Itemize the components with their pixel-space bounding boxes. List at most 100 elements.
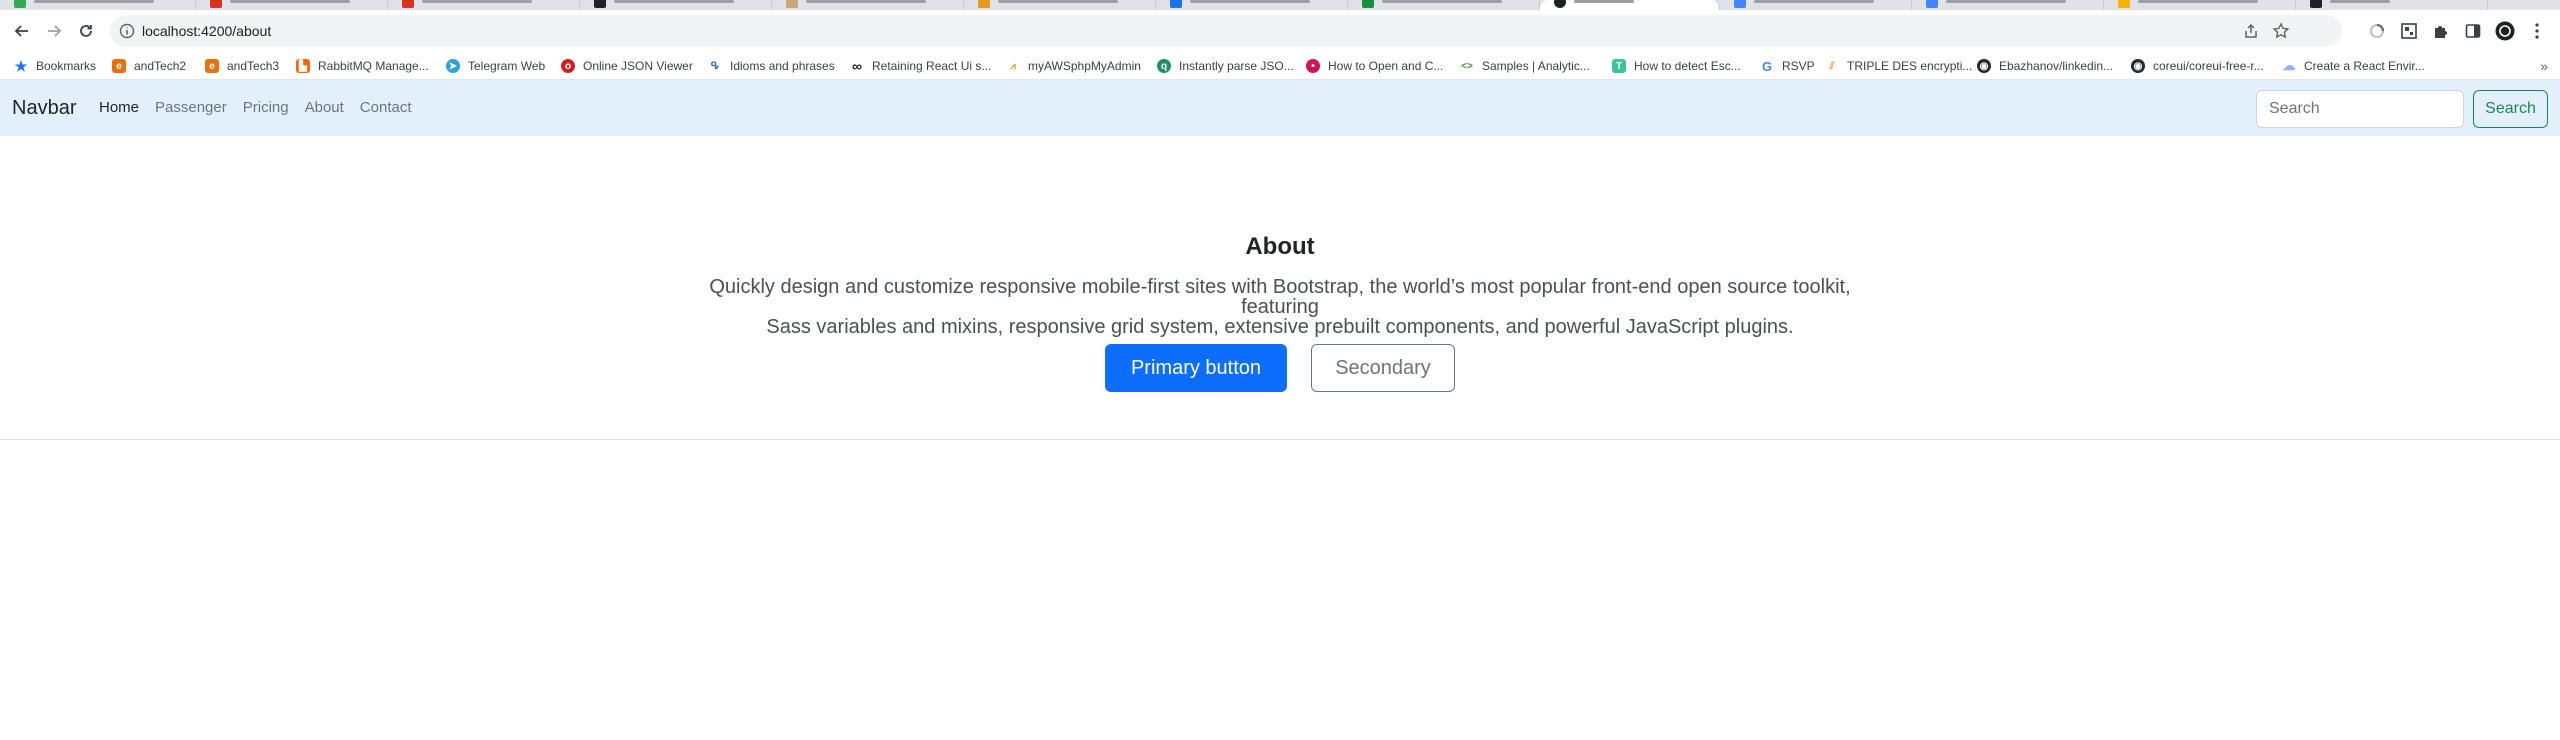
browser-menu-button[interactable]	[2526, 20, 2548, 42]
more-bookmarks-chevron-icon[interactable]: »	[2540, 58, 2548, 74]
tab-favicon-icon	[402, 0, 414, 8]
bookmark-item[interactable]: ➤ Telegram Web	[446, 57, 545, 75]
bookmark-item[interactable]: ⫽ TRIPLE DES encrypti...	[1825, 57, 1973, 75]
extension-button[interactable]	[2398, 20, 2420, 42]
tab-favicon-icon	[14, 0, 26, 8]
bookmark-item[interactable]: ⩘ myAWSphpMyAdmin	[1006, 57, 1141, 75]
bookmark-item[interactable]: ▙ RabbitMQ Manage...	[296, 57, 429, 75]
browser-tab[interactable]	[1348, 0, 1540, 10]
nav-links: Home Passenger Pricing About Contact	[99, 99, 428, 117]
profile-avatar[interactable]	[2494, 20, 2516, 42]
browser-tab[interactable]	[2296, 0, 2488, 10]
search-input[interactable]	[2256, 90, 2464, 128]
bookmark-item[interactable]: o Online JSON Viewer	[561, 57, 693, 75]
nav-link-contact[interactable]: Contact	[360, 99, 412, 117]
secondary-button[interactable]: Secondary	[1311, 344, 1455, 392]
primary-button[interactable]: Primary button	[1105, 344, 1287, 392]
avatar-icon	[2495, 21, 2515, 41]
nav-link-pricing[interactable]: Pricing	[243, 99, 289, 117]
browser-tab[interactable]	[2104, 0, 2296, 10]
site-icon: •	[1306, 59, 1320, 73]
bookmark-item[interactable]: T How to detect Esc...	[1612, 57, 1741, 75]
bookmark-item[interactable]: ∞ Retaining React Ui s...	[850, 57, 991, 75]
extension-grid-icon	[2401, 23, 2417, 39]
reload-button[interactable]	[74, 19, 98, 43]
tab-favicon-icon	[1926, 0, 1938, 8]
bookmarks-bar: ★ Bookmarks e andTech2 e andTech3 ▙ RabbitMQ…	[0, 52, 2560, 80]
extension-spinner-icon	[2370, 24, 2384, 38]
ep-logo-icon: e	[205, 59, 219, 73]
browser-tab-active[interactable]	[1540, 0, 1720, 10]
bookmark-item[interactable]: G RSVP	[1760, 57, 1815, 75]
tab-favicon-icon	[2310, 0, 2322, 8]
tab-favicon-icon	[1734, 0, 1746, 8]
url-text[interactable]: localhost:4200/about	[142, 22, 271, 40]
browser-tab[interactable]	[196, 0, 388, 10]
github-icon: ◉	[2131, 59, 2145, 73]
quicktype-icon: q	[1157, 59, 1171, 73]
nav-link-passenger[interactable]: Passenger	[155, 99, 227, 117]
puzzle-icon	[2435, 26, 2447, 38]
extension-button[interactable]	[2366, 20, 2388, 42]
tab-favicon-icon	[1362, 0, 1374, 8]
json-viewer-icon: o	[561, 59, 575, 73]
browser-tab[interactable]	[1156, 0, 1348, 10]
browser-tab[interactable]	[580, 0, 772, 10]
kebab-menu-icon	[2535, 23, 2539, 39]
browser-tab[interactable]	[1720, 0, 1912, 10]
des-icon: ⫽	[1829, 60, 1835, 72]
bookmark-star-icon[interactable]	[2272, 22, 2290, 40]
lead-line: Sass variables and mixins, responsive gr…	[766, 316, 1794, 338]
side-panel-icon	[2465, 24, 2481, 38]
tab-favicon-icon	[1554, 0, 1566, 8]
code-icon: <>	[1461, 60, 1473, 72]
bookmark-item[interactable]: q Instantly parse JSO...	[1157, 57, 1294, 75]
infinity-icon: ∞	[852, 58, 862, 74]
bookmark-item[interactable]: ᕴ Idioms and phrases	[708, 57, 835, 75]
nav-link-about[interactable]: About	[305, 99, 344, 117]
forward-button[interactable]	[42, 19, 66, 43]
arrow-left-icon	[14, 25, 28, 37]
ep-logo-icon: e	[112, 59, 126, 73]
arrow-right-icon	[48, 25, 62, 37]
page-title: About	[1245, 233, 1315, 260]
app-navbar: Navbar Home Passenger Pricing About Cont…	[0, 80, 2560, 136]
lead-paragraph: Quickly design and customize responsive …	[670, 277, 1890, 337]
share-icon[interactable]	[2242, 22, 2260, 40]
bookmark-item[interactable]: ◉ Ebazhanov/linkedin...	[1977, 57, 2113, 75]
bookmark-item[interactable]: ◉ coreui/coreui-free-r...	[2131, 57, 2264, 75]
bookmark-item[interactable]: ★ Bookmarks	[14, 57, 96, 75]
tab-favicon-icon	[786, 0, 798, 8]
tab-favicon-icon	[978, 0, 990, 8]
browser-tab[interactable]	[1912, 0, 2104, 10]
tab-favicon-icon	[210, 0, 222, 8]
rabbitmq-icon: ▙	[296, 59, 310, 73]
browser-tab[interactable]	[388, 0, 580, 10]
reload-icon	[80, 25, 92, 37]
bookmark-item[interactable]: ☁ Create a React Envir...	[2282, 57, 2425, 75]
tab-favicon-icon	[594, 0, 606, 8]
bookmark-item[interactable]: e andTech3	[205, 57, 279, 75]
bookmark-item[interactable]: <> Samples | Analytic...	[1460, 57, 1590, 75]
phpmyadmin-icon: ⩘	[1010, 60, 1016, 72]
address-bar[interactable]: localhost:4200/about	[110, 15, 2342, 47]
browser-tab[interactable]	[964, 0, 1156, 10]
idioms-icon: ᕴ	[710, 60, 720, 72]
navbar-brand[interactable]: Navbar	[12, 96, 76, 120]
tab-favicon-icon	[2118, 0, 2130, 8]
ti-icon: T	[1612, 59, 1626, 73]
nav-link-home[interactable]: Home	[99, 99, 139, 117]
bookmark-item[interactable]: • How to Open and C...	[1306, 57, 1443, 75]
info-icon[interactable]	[118, 22, 136, 40]
tab-favicon-icon	[1170, 0, 1182, 8]
telegram-icon: ➤	[446, 59, 460, 73]
about-section: About Quickly design and customize respo…	[0, 136, 2560, 440]
back-button[interactable]	[10, 19, 34, 43]
extensions-button[interactable]	[2430, 20, 2452, 42]
side-panel-button[interactable]	[2462, 20, 2484, 42]
browser-tab[interactable]	[772, 0, 964, 10]
search-button[interactable]: Search	[2473, 90, 2548, 128]
cloud-icon: ☁	[2282, 58, 2296, 73]
bookmark-item[interactable]: e andTech2	[112, 57, 186, 75]
browser-tab[interactable]	[0, 0, 196, 10]
